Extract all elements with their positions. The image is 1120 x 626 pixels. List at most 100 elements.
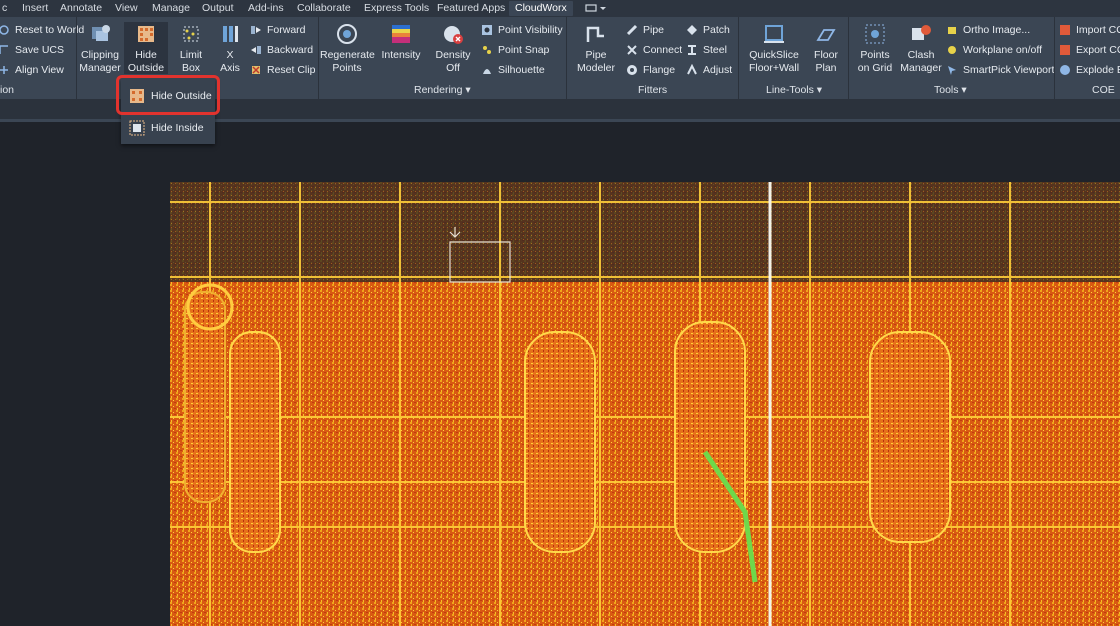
point-visibility-icon bbox=[481, 24, 493, 36]
coe-panel-title: COE bbox=[1092, 84, 1115, 96]
pipe-modeler-button[interactable]: Pipe Modeler bbox=[574, 22, 618, 75]
point-cloud-view bbox=[170, 182, 1120, 626]
adjust-button[interactable]: Adjust bbox=[686, 62, 732, 78]
tab-add-ins[interactable]: Add-ins bbox=[248, 2, 284, 14]
density-off-button[interactable]: Density Off bbox=[433, 22, 473, 75]
ortho-image-label: Ortho Image... bbox=[963, 24, 1031, 36]
reset-world-icon bbox=[0, 24, 10, 36]
hide-outside-label-2: Outside bbox=[127, 62, 165, 74]
hide-outside-icon bbox=[134, 22, 158, 46]
connect-button[interactable]: Connect bbox=[626, 42, 682, 58]
tab-featured-apps[interactable]: Featured Apps bbox=[437, 2, 505, 14]
explode-label: Explode B bbox=[1076, 64, 1120, 76]
tab-output[interactable]: Output bbox=[202, 2, 234, 14]
quickslice-button[interactable]: QuickSlice Floor+Wall bbox=[746, 22, 802, 75]
forward-label: Forward bbox=[267, 24, 306, 36]
pipe-modeler-icon bbox=[584, 22, 608, 46]
silhouette-button[interactable]: Silhouette bbox=[481, 62, 545, 78]
save-ucs-button[interactable]: Save UCS bbox=[0, 42, 64, 58]
tab-annotate[interactable]: Annotate bbox=[60, 2, 102, 14]
forward-icon bbox=[250, 24, 262, 36]
workplane-label: Workplane on/off bbox=[963, 44, 1042, 56]
smartpick-label: SmartPick Viewport bbox=[963, 64, 1055, 76]
panel-toggle-icon[interactable] bbox=[583, 3, 609, 14]
intensity-button[interactable]: Intensity bbox=[378, 22, 424, 62]
align-view-button[interactable]: Align View bbox=[0, 62, 64, 78]
hide-outside-split-button[interactable]: Hide Outside bbox=[124, 22, 168, 74]
highlight-box bbox=[116, 75, 220, 115]
regenerate-points-button[interactable]: Regenerate Points bbox=[320, 22, 375, 75]
points-on-grid-button[interactable]: Points on Grid bbox=[856, 22, 894, 75]
pipe-button[interactable]: Pipe bbox=[626, 22, 664, 38]
import-icon bbox=[1059, 24, 1071, 36]
tab-partial[interactable]: c bbox=[2, 2, 7, 14]
import-coe-label: Import CO bbox=[1076, 24, 1120, 36]
export-coe-button[interactable]: Export CO bbox=[1059, 42, 1120, 58]
tab-express-tools[interactable]: Express Tools bbox=[364, 2, 429, 14]
clash-manager-label-2: Manager bbox=[900, 62, 942, 74]
silhouette-icon bbox=[481, 64, 493, 76]
x-axis-label-1: X bbox=[226, 49, 234, 61]
connect-label: Connect bbox=[643, 44, 683, 56]
limit-box-button[interactable]: Limit Box bbox=[170, 22, 212, 75]
steel-label: Steel bbox=[703, 44, 727, 56]
floor-plan-button[interactable]: Floor Plan bbox=[808, 22, 844, 75]
quickslice-icon bbox=[762, 22, 786, 46]
fitters-panel-title: Fitters bbox=[638, 84, 668, 96]
align-view-icon bbox=[0, 64, 10, 76]
regenerate-icon bbox=[335, 22, 359, 46]
intensity-label: Intensity bbox=[381, 49, 421, 61]
tab-view[interactable]: View bbox=[115, 2, 138, 14]
clash-manager-button[interactable]: Clash Manager bbox=[900, 22, 942, 75]
silhouette-label: Silhouette bbox=[498, 64, 545, 76]
patch-button[interactable]: Patch bbox=[686, 22, 730, 38]
points-on-grid-icon bbox=[863, 22, 887, 46]
point-visibility-button[interactable]: Point Visibility bbox=[481, 22, 563, 38]
reset-to-world-button[interactable]: Reset to World bbox=[0, 22, 84, 38]
hide-outside-label-1: Hide bbox=[135, 49, 157, 61]
patch-icon bbox=[686, 24, 698, 36]
pipe-icon bbox=[626, 24, 638, 36]
flange-button[interactable]: Flange bbox=[626, 62, 675, 78]
flange-label: Flange bbox=[643, 64, 676, 76]
density-off-icon bbox=[441, 22, 465, 46]
workplane-toggle-button[interactable]: Workplane on/off bbox=[946, 42, 1042, 58]
points-on-grid-label-1: Points bbox=[860, 49, 890, 61]
tab-cloudworx[interactable]: CloudWorx bbox=[509, 1, 573, 16]
workplane-icon bbox=[946, 44, 958, 56]
x-axis-button[interactable]: X Axis bbox=[214, 22, 246, 75]
clash-manager-label-1: Clash bbox=[907, 49, 935, 61]
import-coe-button[interactable]: Import CO bbox=[1059, 22, 1120, 38]
hide-inside-menu-item[interactable]: Hide Inside bbox=[121, 114, 215, 142]
tools-title-label: Tools bbox=[934, 84, 959, 96]
reset-clip-button[interactable]: Reset Clip bbox=[250, 62, 315, 78]
forward-button[interactable]: Forward bbox=[250, 22, 306, 38]
align-view-label: Align View bbox=[15, 64, 64, 76]
rendering-panel-title[interactable]: Rendering ▾ bbox=[414, 84, 471, 98]
export-coe-label: Export CO bbox=[1076, 44, 1120, 56]
explode-block-button[interactable]: Explode B bbox=[1059, 62, 1120, 78]
limit-box-icon bbox=[179, 22, 203, 46]
tab-collaborate[interactable]: Collaborate bbox=[297, 2, 351, 14]
steel-icon bbox=[686, 44, 698, 56]
point-snap-button[interactable]: Point Snap bbox=[481, 42, 549, 58]
drawing-viewport[interactable] bbox=[0, 122, 1120, 626]
limit-box-label-2: Box bbox=[181, 62, 201, 74]
steel-button[interactable]: Steel bbox=[686, 42, 727, 58]
tools-panel-title[interactable]: Tools ▾ bbox=[934, 84, 967, 98]
clash-manager-icon bbox=[909, 22, 933, 46]
intensity-icon bbox=[389, 22, 413, 46]
clipping-manager-button[interactable]: Clipping Manager bbox=[79, 22, 121, 75]
point-visibility-label: Point Visibility bbox=[498, 24, 563, 36]
point-snap-label: Point Snap bbox=[498, 44, 550, 56]
ribbon-tab-bar: c Insert Annotate View Manage Output Add… bbox=[0, 0, 1120, 17]
tab-insert[interactable]: Insert bbox=[22, 2, 48, 14]
ortho-image-button[interactable]: Ortho Image... bbox=[946, 22, 1030, 38]
panel-divider bbox=[1054, 17, 1055, 99]
quickslice-label-1: QuickSlice bbox=[749, 49, 799, 61]
backward-button[interactable]: Backward bbox=[250, 42, 313, 58]
line-tools-panel-title[interactable]: Line-Tools ▾ bbox=[766, 84, 822, 98]
flange-icon bbox=[626, 64, 638, 76]
smartpick-viewport-button[interactable]: SmartPick Viewport bbox=[946, 62, 1054, 78]
tab-manage[interactable]: Manage bbox=[152, 2, 190, 14]
